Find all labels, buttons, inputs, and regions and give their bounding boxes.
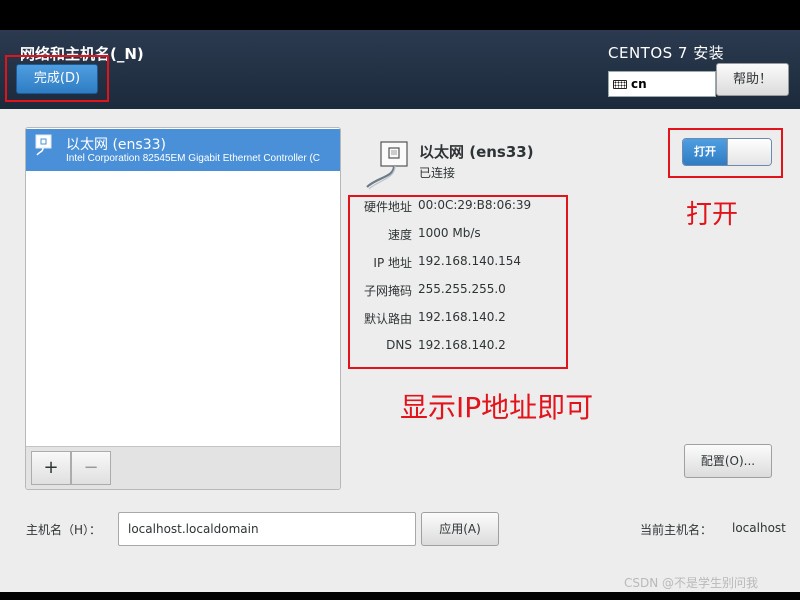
header-banner: 网络和主机名(_N) 完成(D) CENTOS 7 安装 cn 帮助！: [0, 30, 800, 109]
installer-window: 网络和主机名(_N) 完成(D) CENTOS 7 安装 cn 帮助！ 以太网 …: [0, 0, 800, 600]
device-name: 以太网 (ens33): [419, 143, 534, 161]
ip-annotation-text: 显示IP地址即可: [400, 391, 594, 424]
device-list-toolbar: + −: [26, 446, 340, 489]
current-hostname-label: 当前主机名：: [640, 523, 713, 537]
keyboard-icon: [613, 79, 627, 89]
keyboard-layout-label: cn: [631, 77, 647, 91]
hostname-label: 主机名（H）：: [26, 523, 102, 537]
current-hostname-value: localhost: [732, 521, 786, 535]
keyboard-layout-indicator[interactable]: cn: [608, 71, 716, 97]
remove-device-button[interactable]: −: [71, 451, 111, 485]
apply-hostname-button[interactable]: 应用(A): [421, 512, 499, 546]
product-title: CENTOS 7 安装: [608, 44, 725, 62]
toggle-annotation-box: [668, 128, 783, 178]
top-black-bar: [0, 0, 800, 30]
bottom-black-bar: [0, 592, 800, 600]
configure-button[interactable]: 配置(O)...: [684, 444, 772, 478]
network-card-icon: [366, 141, 408, 190]
help-button[interactable]: 帮助！: [716, 63, 789, 96]
device-list-item-title: 以太网 (ens33): [66, 137, 166, 153]
device-list-item-subtitle: Intel Corporation 82545EM Gigabit Ethern…: [66, 153, 321, 164]
device-list: 以太网 (ens33) Intel Corporation 82545EM Gi…: [25, 127, 341, 490]
ip-info-annotation-box: [348, 195, 568, 369]
connection-status: 已连接: [419, 166, 456, 180]
watermark: CSDN @不是学生别问我: [624, 576, 759, 590]
device-list-item-ens33[interactable]: 以太网 (ens33) Intel Corporation 82545EM Gi…: [26, 129, 340, 171]
ethernet-icon: [35, 134, 52, 156]
add-device-button[interactable]: +: [31, 451, 71, 485]
done-annotation-box: [5, 55, 109, 102]
hostname-input[interactable]: localhost.localdomain: [118, 512, 416, 546]
